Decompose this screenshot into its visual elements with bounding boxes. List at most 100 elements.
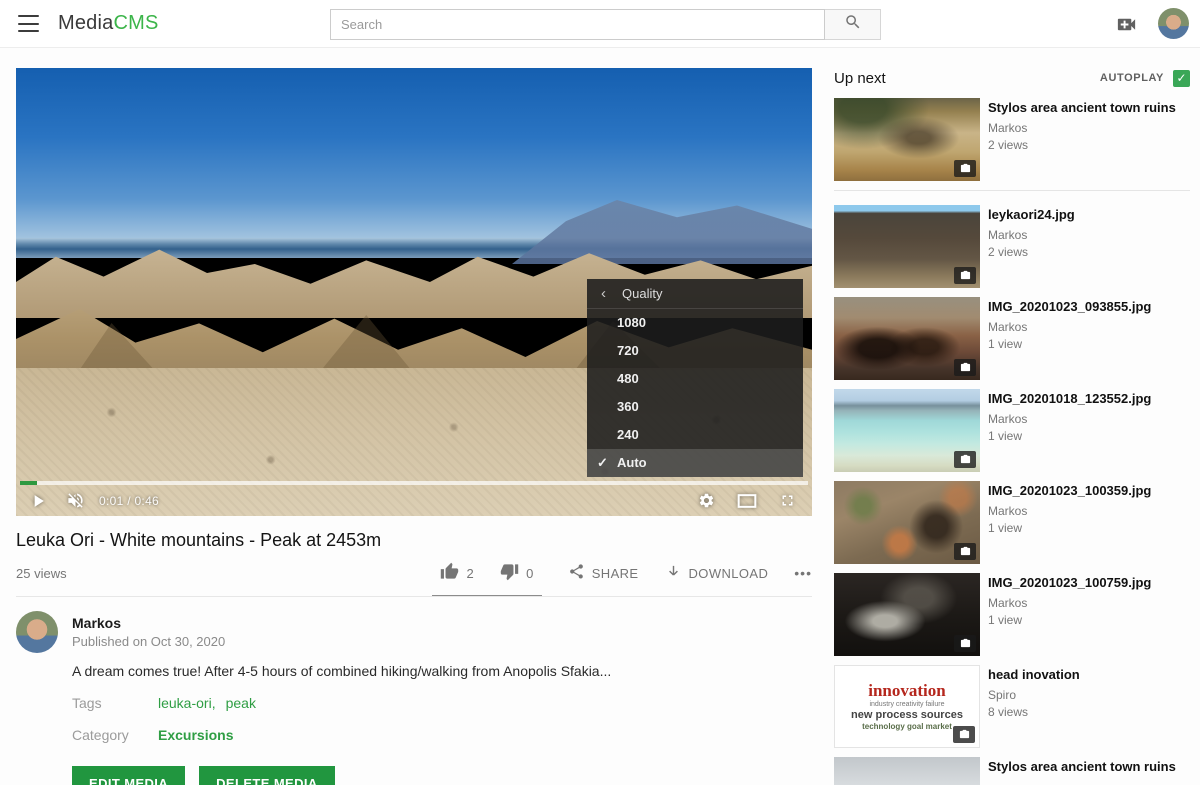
quality-option-auto[interactable]: ✓ Auto [587, 449, 803, 477]
quality-option-auto-label: Auto [617, 455, 647, 470]
play-button[interactable] [28, 491, 48, 511]
thumbnail [834, 481, 980, 564]
up-next-item-2[interactable]: leykaori24.jpg Markos 2 views [834, 205, 1190, 288]
item-views: 1 view [988, 521, 1151, 535]
image-media-badge [954, 267, 976, 284]
thumbnail [834, 389, 980, 472]
top-navbar: MediaCMS [0, 0, 1200, 48]
quality-option-240[interactable]: 240 [587, 421, 803, 449]
download-button[interactable]: DOWNLOAD [665, 563, 769, 583]
category-label: Category [72, 727, 129, 743]
category-link-excursions[interactable]: Excursions [158, 727, 233, 743]
item-author: Markos [988, 121, 1176, 135]
sidebar-header: Up next AUTOPLAY ✓ [834, 66, 1190, 90]
item-title: IMG_20201023_100759.jpg [988, 574, 1151, 591]
mute-icon[interactable] [66, 491, 85, 510]
autoplay-control: AUTOPLAY ✓ [1100, 70, 1190, 87]
share-label: SHARE [592, 566, 639, 581]
thumbnail [834, 757, 980, 785]
thumb-down-icon [500, 562, 519, 584]
search-form [330, 9, 881, 40]
menu-icon[interactable] [18, 15, 39, 32]
up-next-item-1[interactable]: Stylos area ancient town ruins Markos 2 … [834, 98, 1190, 181]
tag-link-peak[interactable]: peak [226, 695, 256, 711]
time-display: 0:01 / 0:46 [99, 494, 159, 508]
wordcloud-line: innovation [868, 682, 945, 700]
thumbnail [834, 98, 980, 181]
like-button[interactable]: 2 [440, 562, 474, 584]
item-text: head inovation Spiro 8 views [988, 665, 1080, 748]
search-icon [844, 13, 862, 36]
image-media-badge [954, 160, 976, 177]
up-next-item-5[interactable]: IMG_20201023_100359.jpg Markos 1 view [834, 481, 1190, 564]
thumb-up-icon [440, 562, 459, 584]
thumbnail [834, 205, 980, 288]
video-controls-bar: 0:01 / 0:46 [16, 485, 812, 516]
fullscreen-icon[interactable] [779, 492, 796, 509]
item-text: IMG_20201023_093855.jpg Markos 1 view [988, 297, 1151, 380]
check-icon: ✓ [597, 449, 608, 477]
item-views: 2 views [988, 138, 1176, 152]
item-author: Spiro [988, 688, 1080, 702]
item-views: 8 views [988, 705, 1080, 719]
item-author: Markos [988, 320, 1151, 334]
settings-gear-icon[interactable] [698, 492, 715, 509]
image-media-badge [954, 635, 976, 652]
category-value: Excursions [158, 727, 233, 743]
item-title: IMG_20201023_093855.jpg [988, 298, 1151, 315]
media-description: A dream comes true! After 4-5 hours of c… [72, 663, 712, 679]
search-button[interactable] [825, 9, 881, 40]
controls-right-group [698, 492, 796, 509]
item-text: IMG_20201018_123552.jpg Markos 1 view [988, 389, 1151, 472]
share-icon [568, 563, 585, 583]
autoplay-checkbox[interactable]: ✓ [1173, 70, 1190, 87]
quality-option-720[interactable]: 720 [587, 337, 803, 365]
tags-label: Tags [72, 695, 102, 711]
theater-mode-icon[interactable] [737, 493, 757, 509]
tags-value: leuka-ori, peak [158, 695, 266, 711]
quality-menu-header[interactable]: ‹ Quality [587, 279, 803, 309]
divider [834, 190, 1190, 191]
dislike-button[interactable]: 0 [500, 562, 534, 584]
item-author: Markos [988, 504, 1151, 518]
up-next-item-6[interactable]: IMG_20201023_100759.jpg Markos 1 view [834, 573, 1190, 656]
item-title: leykaori24.jpg [988, 206, 1075, 223]
item-author: Markos [988, 228, 1075, 242]
up-next-item-7[interactable]: innovation industry creativity failure n… [834, 665, 1190, 748]
item-title: Stylos area ancient town ruins [988, 99, 1176, 116]
actions-bar: 2 0 SHARE DOWNLOAD ••• [432, 549, 812, 597]
more-options-icon[interactable]: ••• [794, 565, 812, 581]
upload-media-icon[interactable] [1115, 13, 1138, 36]
author-avatar[interactable] [16, 611, 58, 653]
edit-media-button[interactable]: EDIT MEDIA [72, 766, 185, 785]
item-text: IMG_20201023_100359.jpg Markos 1 view [988, 481, 1151, 564]
video-player[interactable]: ‹ Quality 1080 720 480 360 240 ✓ Auto 0: [16, 68, 812, 516]
item-views: 2 views [988, 245, 1075, 259]
up-next-item-8[interactable]: Stylos area ancient town ruins [834, 757, 1190, 785]
logo[interactable]: MediaCMS [58, 12, 159, 35]
up-next-item-3[interactable]: IMG_20201023_093855.jpg Markos 1 view [834, 297, 1190, 380]
item-text: Stylos area ancient town ruins [988, 757, 1176, 785]
wordcloud-line: industry creativity failure [869, 701, 944, 708]
up-next-sidebar: Up next AUTOPLAY ✓ Stylos area ancient t… [834, 66, 1190, 785]
like-count: 2 [466, 566, 474, 581]
search-input[interactable] [330, 9, 825, 40]
share-button[interactable]: SHARE [568, 563, 639, 583]
delete-media-button[interactable]: DELETE MEDIA [199, 766, 335, 785]
item-title: IMG_20201023_100359.jpg [988, 482, 1151, 499]
dislike-count: 0 [526, 566, 534, 581]
user-avatar[interactable] [1158, 8, 1189, 39]
quality-option-1080[interactable]: 1080 [587, 309, 803, 337]
item-views: 1 view [988, 613, 1151, 627]
logo-cms-text: CMS [113, 12, 158, 34]
up-next-item-4[interactable]: IMG_20201018_123552.jpg Markos 1 view [834, 389, 1190, 472]
author-name[interactable]: Markos [72, 615, 121, 631]
tag-link-leuka-ori[interactable]: leuka-ori, [158, 695, 216, 711]
download-icon [665, 563, 682, 583]
thumbnail: innovation industry creativity failure n… [834, 665, 980, 748]
quality-option-480[interactable]: 480 [587, 365, 803, 393]
image-media-badge [954, 543, 976, 560]
autoplay-label: AUTOPLAY [1100, 72, 1164, 84]
item-title: IMG_20201018_123552.jpg [988, 390, 1151, 407]
quality-option-360[interactable]: 360 [587, 393, 803, 421]
